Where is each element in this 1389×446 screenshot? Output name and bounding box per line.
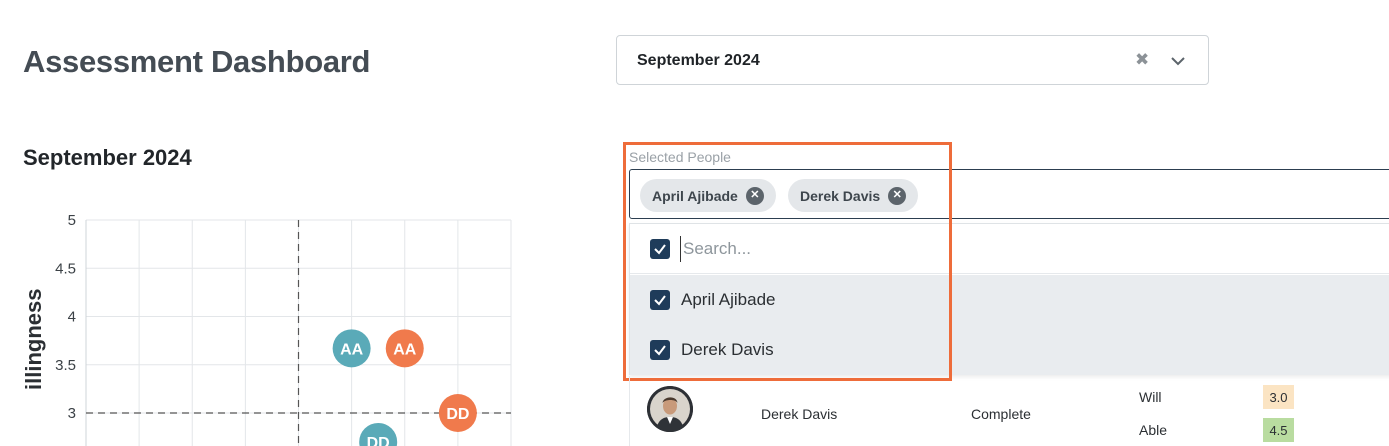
y-tick-label: 4: [68, 309, 76, 326]
data-point-label: DD: [446, 406, 469, 423]
avatar: [647, 386, 693, 432]
chip-label: April Ajibade: [652, 187, 738, 204]
chart-title: September 2024: [23, 145, 192, 170]
chevron-down-icon[interactable]: [1169, 52, 1187, 70]
dropdown-option[interactable]: April Ajibade: [630, 275, 1389, 325]
option-checkbox[interactable]: [650, 340, 670, 360]
y-tick-label: 4.5: [55, 260, 76, 277]
y-tick-label: 3: [68, 405, 76, 422]
metric-value: 4.5: [1263, 418, 1294, 442]
people-multiselect[interactable]: April Ajibade ✕ Derek Davis ✕: [629, 169, 1389, 219]
data-point-label: AA: [340, 341, 364, 358]
check-icon: [654, 345, 666, 356]
y-tick-label: 5: [68, 212, 76, 229]
metric-label: Will: [1139, 389, 1162, 405]
person-chip: April Ajibade ✕: [640, 179, 776, 212]
quadrant-chart: 5 4.5 4 3.5 3 illingness AA AA DD DD: [21, 212, 512, 446]
check-icon: [654, 295, 666, 306]
data-point-label: AA: [393, 341, 417, 358]
close-circle-icon[interactable]: ✕: [888, 186, 907, 205]
close-circle-icon[interactable]: ✕: [745, 186, 764, 205]
page-title: Assessment Dashboard: [23, 44, 371, 79]
people-dropdown: April Ajibade Derek Davis: [629, 223, 1389, 375]
period-select[interactable]: September 2024 ✖: [616, 35, 1209, 85]
selected-people-label: Selected People: [629, 149, 731, 165]
search-row: [630, 224, 1389, 274]
select-all-checkbox[interactable]: [650, 239, 670, 259]
period-select-value: September 2024: [637, 52, 760, 69]
person-chip: Derek Davis ✕: [788, 179, 919, 212]
check-icon: [654, 244, 666, 255]
y-axis-label: illingness: [21, 289, 46, 390]
option-label: Derek Davis: [681, 340, 774, 359]
metric-label: Able: [1139, 422, 1168, 438]
y-tick-label: 3.5: [55, 357, 76, 374]
table-row[interactable]: Derek Davis Complete Will 3.0 Able 4.5: [629, 376, 1389, 446]
chip-label: Derek Davis: [800, 187, 881, 204]
option-label: April Ajibade: [681, 290, 776, 309]
metric-value: 3.0: [1263, 385, 1294, 409]
person-name: Derek Davis: [761, 406, 838, 422]
dropdown-option[interactable]: Derek Davis: [630, 325, 1389, 375]
option-checkbox[interactable]: [650, 290, 670, 310]
data-point-label: DD: [367, 435, 390, 446]
close-icon[interactable]: ✖: [1135, 50, 1149, 70]
people-search-input[interactable]: [680, 236, 1180, 262]
assessment-status: Complete: [971, 406, 1031, 422]
